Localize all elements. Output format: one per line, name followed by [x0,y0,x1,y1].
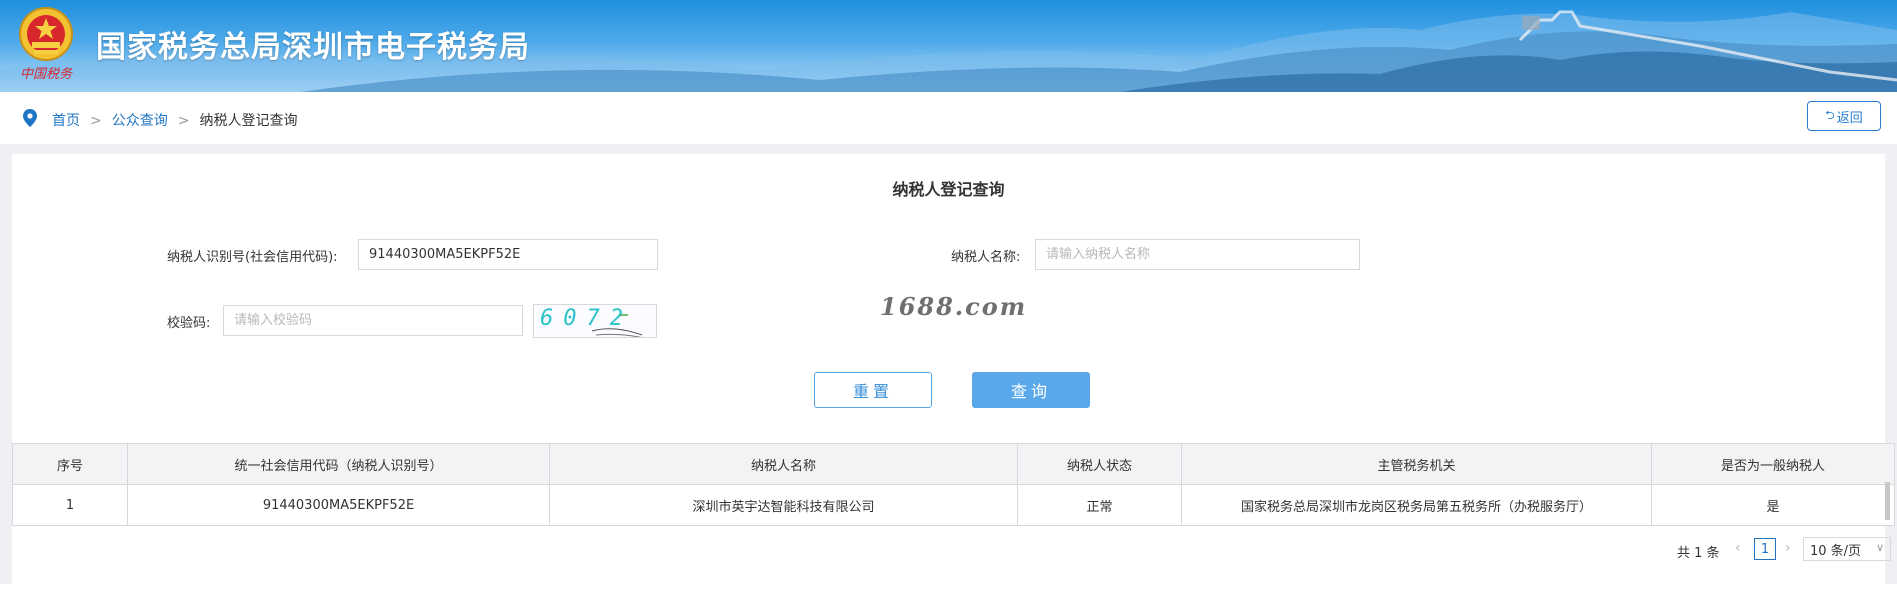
taxpayer-name-input[interactable] [1035,239,1360,270]
captcha-input[interactable] [223,305,523,336]
taxpayer-name-label: 纳税人名称: [951,250,1021,265]
header-banner: 中国税务 国家税务总局深圳市电子税务局 [0,0,1897,92]
reset-button[interactable]: 重置 [814,372,932,408]
cell-taxpayer-name: 深圳市英宇达智能科技有限公司 [549,484,1018,526]
section-divider [0,144,1897,154]
table-row: 1 91440300MA5EKPF52E 深圳市英宇达智能科技有限公司 正常 国… [12,484,1895,526]
back-button[interactable]: ⮌ 返回 [1807,101,1881,131]
captcha-image[interactable]: 6072 [533,304,657,338]
panel-gutter-left [0,144,12,584]
header-taxpayer-name: 纳税人名称 [549,443,1018,485]
breadcrumb-separator: > [90,113,102,129]
breadcrumb-home[interactable]: 首页 [52,113,80,129]
header-status: 纳税人状态 [1017,443,1182,485]
next-page-icon[interactable]: › [1785,540,1791,556]
header-index: 序号 [12,443,128,485]
query-button[interactable]: 查询 [972,372,1090,408]
tax-emblem-icon: 中国税务 [19,7,73,82]
emblem-caption: 中国税务 [20,67,73,82]
taxpayer-id-label: 纳税人识别号(社会信用代码): [167,250,338,265]
prev-page-icon[interactable]: ‹ [1735,540,1741,556]
breadcrumb: 首页 > 公众查询 > 纳税人登记查询 [52,110,297,130]
captcha-noise [591,314,643,337]
site-title: 国家税务总局深圳市电子税务局 [96,30,530,65]
cell-general-taxpayer: 是 [1651,484,1895,526]
cell-index: 1 [12,484,128,526]
page-title: 纳税人登记查询 [892,180,1005,199]
header-tax-authority: 主管税务机关 [1181,443,1652,485]
cell-status: 正常 [1017,484,1182,526]
result-table: 序号 统一社会信用代码（纳税人识别号） 纳税人名称 纳税人状态 主管税务机关 是… [12,443,1895,526]
watermark-text: 1688.com [880,292,1028,321]
page-size-value: 10 条/页 [1810,543,1862,559]
breadcrumb-public-query[interactable]: 公众查询 [112,113,168,129]
breadcrumb-bar: 首页 > 公众查询 > 纳税人登记查询 [0,92,1897,144]
page-number-current[interactable]: 1 [1754,538,1776,560]
chevron-down-icon: ∨ [1875,541,1884,554]
cell-tax-authority: 国家税务总局深圳市龙岗区税务局第五税务所（办税服务厅） [1181,484,1652,526]
header-general-taxpayer: 是否为一般纳税人 [1651,443,1895,485]
captcha-label: 校验码: [167,316,211,331]
header-credit-code: 统一社会信用代码（纳税人识别号） [127,443,550,485]
breadcrumb-current: 纳税人登记查询 [199,113,298,129]
location-pin-icon [23,109,37,127]
page-size-select[interactable]: 10 条/页 ∨ [1803,537,1891,561]
cell-credit-code: 91440300MA5EKPF52E [127,484,550,526]
taxpayer-id-input[interactable] [358,239,658,270]
table-scrollbar[interactable] [1885,482,1890,520]
breadcrumb-separator: > [177,113,190,129]
table-header-row: 序号 统一社会信用代码（纳税人识别号） 纳税人名称 纳税人状态 主管税务机关 是… [12,443,1895,485]
return-icon: ⮌ [1825,107,1835,122]
pagination-total: 共 1 条 [1677,546,1720,561]
back-button-label: 返回 [1836,110,1863,126]
